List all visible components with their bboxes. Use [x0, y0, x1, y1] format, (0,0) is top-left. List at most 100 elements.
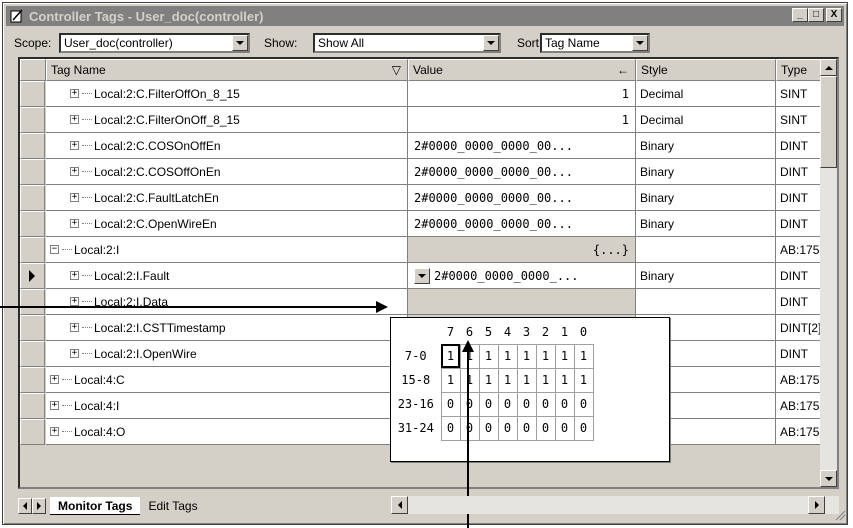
scroll-right-button[interactable] — [808, 496, 825, 514]
expand-toggle-icon[interactable]: + — [70, 219, 79, 228]
bit-editor-popup[interactable]: 7 6 5 4 3 2 1 0 7-0 1 1 1 1 1 1 1 1 15-8 1 1 1 1 1 1 1 1 23-16 0 0 0 0… — [390, 317, 670, 462]
tag-name-cell[interactable]: + Local:2:C.OpenWireEn — [46, 211, 408, 237]
tab-scroll-left-button[interactable] — [18, 498, 32, 514]
show-dropdown[interactable]: Show All — [313, 33, 501, 53]
expand-toggle-icon[interactable]: + — [70, 167, 79, 176]
bit-cell[interactable]: 0 — [478, 415, 499, 441]
expand-toggle-icon[interactable]: + — [50, 427, 59, 436]
expand-toggle-icon[interactable]: − — [50, 245, 59, 254]
bit-cell[interactable]: 1 — [459, 367, 480, 393]
chevron-down-icon[interactable] — [232, 35, 248, 51]
bit-cell[interactable]: 1 — [554, 367, 575, 393]
bit-cell[interactable]: 1 — [516, 343, 537, 369]
scroll-down-button[interactable] — [820, 470, 837, 487]
bit-cell[interactable]: 0 — [497, 415, 518, 441]
style-cell[interactable]: Binary — [636, 185, 776, 211]
expand-toggle-icon[interactable]: + — [70, 89, 79, 98]
bit-cell[interactable]: 0 — [516, 391, 537, 417]
scope-dropdown[interactable]: User_doc(controller) — [59, 33, 250, 53]
vertical-scrollbar[interactable] — [820, 59, 837, 487]
tag-name-cell[interactable]: + Local:2:I.OpenWire — [46, 341, 408, 367]
row-selector[interactable] — [20, 133, 45, 159]
bit-cell[interactable]: 1 — [516, 367, 537, 393]
bit-cell[interactable]: 0 — [516, 415, 537, 441]
resize-grip-icon[interactable] — [834, 509, 846, 521]
chevron-down-icon[interactable] — [483, 35, 499, 51]
title-bar[interactable]: Controller Tags - User_doc(controller) _… — [6, 6, 844, 26]
tab-scroll-right-button[interactable] — [32, 498, 46, 514]
style-cell[interactable]: Decimal — [636, 107, 776, 133]
expand-toggle-icon[interactable]: + — [70, 115, 79, 124]
row-selector[interactable] — [20, 393, 45, 419]
row-selector[interactable] — [20, 367, 45, 393]
tag-name-cell[interactable]: + Local:2:I.Data — [46, 289, 408, 315]
value-cell[interactable]: {...} — [408, 237, 636, 263]
value-cell[interactable]: 2#0000_0000_0000_00... — [408, 185, 636, 211]
bit-cell[interactable]: 0 — [554, 391, 575, 417]
value-cell[interactable]: 2#0000_0000_0000_00... — [408, 211, 636, 237]
bit-cell[interactable]: 0 — [440, 415, 461, 441]
value-cell[interactable]: 1 — [408, 107, 636, 133]
close-button[interactable]: X — [826, 8, 842, 22]
bit-cell[interactable]: 0 — [440, 391, 461, 417]
scroll-up-button[interactable] — [820, 59, 837, 76]
style-cell[interactable]: Binary — [636, 133, 776, 159]
bit-cell[interactable]: 1 — [535, 343, 556, 369]
tag-name-cell[interactable]: + Local:2:C.COSOffOnEn — [46, 159, 408, 185]
expand-toggle-icon[interactable]: + — [70, 349, 79, 358]
column-header-tag-name[interactable]: Tag Name ▽ — [46, 59, 408, 81]
row-selector[interactable] — [20, 185, 45, 211]
bit-cell[interactable]: 1 — [440, 343, 461, 369]
bit-cell[interactable]: 0 — [459, 415, 480, 441]
scroll-thumb[interactable] — [820, 76, 837, 168]
value-cell[interactable]: 2#0000_0000_0000_00... — [408, 159, 636, 185]
bit-cell[interactable]: 0 — [554, 415, 575, 441]
bit-cell[interactable]: 0 — [459, 391, 480, 417]
tag-name-cell[interactable]: + Local:2:C.FilterOnOff_8_15 — [46, 107, 408, 133]
row-selector[interactable] — [20, 81, 45, 107]
value-cell[interactable] — [408, 289, 636, 315]
horizontal-scrollbar[interactable] — [391, 496, 839, 514]
chevron-down-icon[interactable] — [632, 35, 648, 51]
column-header-style[interactable]: Style — [636, 59, 776, 81]
expand-toggle-icon[interactable]: + — [70, 193, 79, 202]
tag-name-cell[interactable]: + Local:2:I.CSTTimestamp — [46, 315, 408, 341]
tag-name-cell[interactable]: + Local:2:C.FaultLatchEn — [46, 185, 408, 211]
tag-name-cell[interactable]: + Local:2:C.FilterOffOn_8_15 — [46, 81, 408, 107]
row-selector[interactable] — [20, 107, 45, 133]
expand-toggle-icon[interactable]: + — [70, 323, 79, 332]
tag-name-cell[interactable]: + Local:4:O — [46, 419, 408, 445]
filter-icon[interactable]: ▽ — [392, 63, 401, 77]
bit-editor-dropdown-button[interactable] — [414, 267, 430, 284]
bit-cell[interactable]: 1 — [478, 343, 499, 369]
value-cell[interactable]: 2#0000_0000_0000_... — [408, 263, 636, 289]
row-selector[interactable] — [20, 289, 45, 315]
row-selector[interactable] — [20, 159, 45, 185]
row-selector[interactable] — [20, 419, 45, 445]
bit-cell[interactable]: 0 — [535, 391, 556, 417]
tag-name-cell[interactable]: + Local:4:I — [46, 393, 408, 419]
style-cell[interactable]: Binary — [636, 159, 776, 185]
style-cell[interactable]: Binary — [636, 263, 776, 289]
tab-edit-tags[interactable]: Edit Tags — [140, 497, 205, 515]
style-cell[interactable] — [636, 237, 776, 263]
row-selector[interactable] — [20, 263, 45, 289]
row-selector[interactable] — [20, 211, 45, 237]
row-selector[interactable] — [20, 315, 45, 341]
bit-cell[interactable]: 1 — [554, 343, 575, 369]
expand-toggle-icon[interactable]: + — [70, 297, 79, 306]
value-cell[interactable]: 1 — [408, 81, 636, 107]
bit-cell[interactable]: 0 — [535, 415, 556, 441]
value-cell[interactable]: 2#0000_0000_0000_00... — [408, 133, 636, 159]
bit-cell[interactable]: 1 — [478, 367, 499, 393]
bit-cell[interactable]: 1 — [535, 367, 556, 393]
scroll-left-button[interactable] — [391, 496, 408, 514]
tab-monitor-tags[interactable]: Monitor Tags — [50, 497, 141, 515]
maximize-button[interactable]: □ — [808, 8, 824, 22]
tag-name-cell[interactable]: + Local:4:C — [46, 367, 408, 393]
style-cell[interactable]: Decimal — [636, 81, 776, 107]
tag-name-cell[interactable]: + Local:2:I.Fault — [46, 263, 408, 289]
expand-toggle-icon[interactable]: + — [70, 141, 79, 150]
tag-name-cell[interactable]: + Local:2:C.COSOnOffEn — [46, 133, 408, 159]
expand-toggle-icon[interactable]: + — [70, 271, 79, 280]
